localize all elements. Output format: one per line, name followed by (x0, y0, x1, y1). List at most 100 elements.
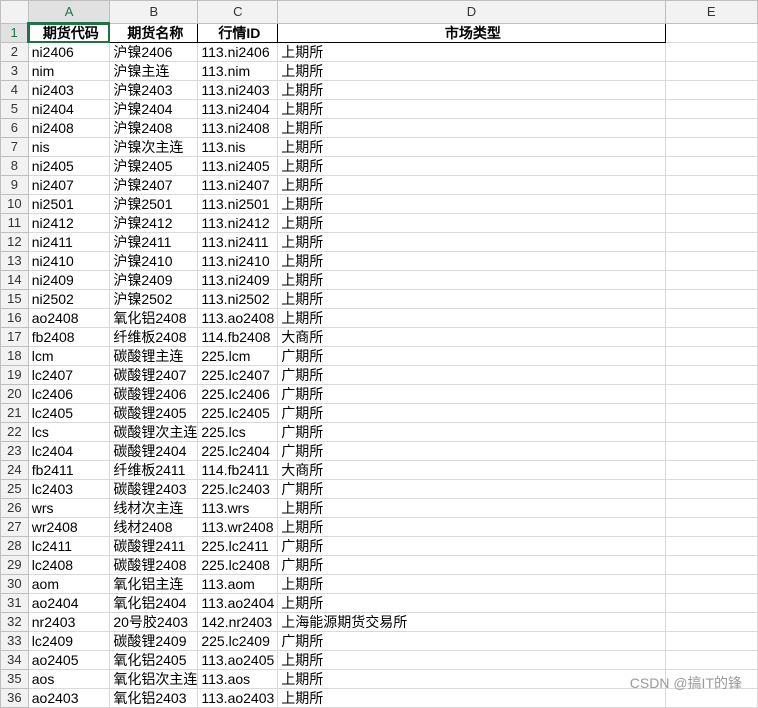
cell[interactable]: fb2411 (27, 460, 111, 480)
cell[interactable]: 碳酸锂次主连 (109, 422, 199, 442)
cell[interactable]: 氧化铝次主连 (109, 669, 199, 689)
cell[interactable]: 113.ni2408 (197, 118, 279, 138)
cell[interactable]: ni2405 (27, 156, 111, 176)
cell[interactable]: 113.wrs (197, 498, 279, 518)
cell[interactable]: 113.aos (197, 669, 279, 689)
cell[interactable]: lc2404 (27, 441, 111, 461)
row-header[interactable]: 24 (0, 460, 29, 480)
row-header[interactable]: 9 (0, 175, 29, 195)
cell[interactable]: 广期所 (277, 403, 666, 423)
cell[interactable] (664, 422, 758, 442)
cell[interactable]: 碳酸锂2407 (109, 365, 199, 385)
cell[interactable] (664, 251, 758, 271)
cell[interactable]: 广期所 (277, 422, 666, 442)
cell[interactable]: 线材次主连 (109, 498, 199, 518)
cell[interactable] (664, 498, 758, 518)
row-header[interactable]: 6 (0, 118, 29, 138)
cell[interactable]: 113.ni2409 (197, 270, 279, 290)
cell[interactable] (664, 80, 758, 100)
cell[interactable]: 氧化铝2404 (109, 593, 199, 613)
select-all-corner[interactable] (0, 0, 29, 24)
row-header[interactable]: 4 (0, 80, 29, 100)
cell[interactable]: 上期所 (277, 80, 666, 100)
cell[interactable]: 225.lc2409 (197, 631, 279, 651)
row-header[interactable]: 15 (0, 289, 29, 309)
cell[interactable] (664, 61, 758, 81)
cell[interactable]: 113.ni2407 (197, 175, 279, 195)
cell[interactable]: 氧化铝2403 (109, 688, 199, 708)
cell[interactable]: 氧化铝主连 (109, 574, 199, 594)
cell[interactable]: 225.lc2407 (197, 365, 279, 385)
column-header-C[interactable]: C (197, 0, 279, 24)
cell[interactable] (664, 384, 758, 404)
cell[interactable]: 上期所 (277, 308, 666, 328)
row-header[interactable]: 23 (0, 441, 29, 461)
cell[interactable]: 113.ni2404 (197, 99, 279, 119)
row-header[interactable]: 36 (0, 688, 29, 708)
cell[interactable]: 沪镍2407 (109, 175, 199, 195)
cell[interactable]: 113.ni2410 (197, 251, 279, 271)
cell[interactable] (664, 517, 758, 537)
cell[interactable]: ni2501 (27, 194, 111, 214)
cell[interactable]: 沪镍2406 (109, 42, 199, 62)
cell[interactable]: 225.lc2408 (197, 555, 279, 575)
row-header[interactable]: 21 (0, 403, 29, 423)
cell[interactable]: 上期所 (277, 194, 666, 214)
cell[interactable]: 广期所 (277, 555, 666, 575)
cell[interactable]: 113.ni2412 (197, 213, 279, 233)
row-header[interactable]: 29 (0, 555, 29, 575)
row-header[interactable]: 32 (0, 612, 29, 632)
cell[interactable] (664, 555, 758, 575)
row-header[interactable]: 7 (0, 137, 29, 157)
cell[interactable]: 大商所 (277, 460, 666, 480)
row-header[interactable]: 18 (0, 346, 29, 366)
cell[interactable]: 113.ao2408 (197, 308, 279, 328)
cell[interactable] (664, 365, 758, 385)
cell[interactable]: lc2407 (27, 365, 111, 385)
cell[interactable]: 广期所 (277, 536, 666, 556)
cell[interactable] (664, 118, 758, 138)
cell[interactable]: 碳酸锂2406 (109, 384, 199, 404)
cell[interactable]: 广期所 (277, 384, 666, 404)
cell[interactable] (664, 460, 758, 480)
cell[interactable]: ni2407 (27, 175, 111, 195)
cell[interactable]: 上期所 (277, 213, 666, 233)
cell[interactable]: ni2409 (27, 270, 111, 290)
row-header[interactable]: 8 (0, 156, 29, 176)
cell[interactable]: nr2403 (27, 612, 111, 632)
cell[interactable]: ao2404 (27, 593, 111, 613)
cell[interactable]: ni2403 (27, 80, 111, 100)
row-header[interactable]: 14 (0, 270, 29, 290)
cell[interactable]: 113.nis (197, 137, 279, 157)
cell[interactable]: wr2408 (27, 517, 111, 537)
row-header[interactable]: 5 (0, 99, 29, 119)
cell[interactable]: 225.lc2405 (197, 403, 279, 423)
row-header[interactable]: 22 (0, 422, 29, 442)
row-header[interactable]: 33 (0, 631, 29, 651)
cell[interactable]: 沪镍2409 (109, 270, 199, 290)
cell[interactable]: 225.lc2403 (197, 479, 279, 499)
cell[interactable] (664, 22, 758, 43)
cell[interactable]: 上期所 (277, 289, 666, 309)
cell[interactable]: 广期所 (277, 346, 666, 366)
cell[interactable]: 225.lcm (197, 346, 279, 366)
cell[interactable] (664, 194, 758, 214)
row-header[interactable]: 27 (0, 517, 29, 537)
cell[interactable] (664, 156, 758, 176)
cell[interactable]: ni2412 (27, 213, 111, 233)
cell[interactable]: 上期所 (277, 99, 666, 119)
cell[interactable]: 225.lc2411 (197, 536, 279, 556)
cell[interactable]: 113.wr2408 (197, 517, 279, 537)
cell[interactable]: 113.aom (197, 574, 279, 594)
cell[interactable] (664, 536, 758, 556)
cell[interactable]: lc2411 (27, 536, 111, 556)
row-header[interactable]: 25 (0, 479, 29, 499)
cell[interactable]: 沪镍2502 (109, 289, 199, 309)
cell[interactable]: 113.ao2405 (197, 650, 279, 670)
cell[interactable]: ni2411 (27, 232, 111, 252)
cell[interactable]: 113.ni2501 (197, 194, 279, 214)
cell[interactable]: 113.ni2405 (197, 156, 279, 176)
cell[interactable]: 225.lc2406 (197, 384, 279, 404)
column-header-B[interactable]: B (109, 0, 199, 24)
cell[interactable]: 沪镍次主连 (109, 137, 199, 157)
